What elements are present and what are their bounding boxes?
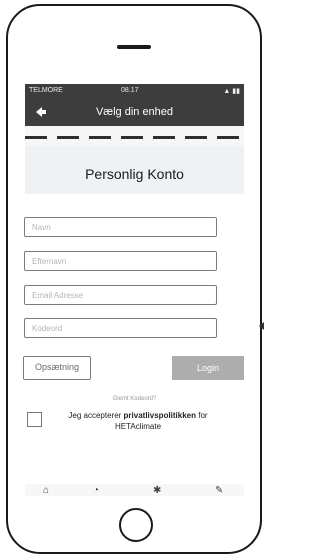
consent-checkbox[interactable] [27,412,42,427]
device-icon[interactable]: ◔ [93,485,99,496]
consent-prefix: Jeg accepterer [68,411,124,420]
edit-icon[interactable]: ✎ [215,485,223,496]
card-title: Personlig Konto [85,166,184,182]
email-field[interactable]: Email Adresse [24,285,217,305]
setup-button[interactable]: Opsætning [23,356,91,380]
login-button[interactable]: Login [172,356,244,380]
page-title: Vælg din enhed [95,106,174,118]
status-time: 08.17 [121,87,139,94]
tab-bar: ⌂ ◔ ✱ ✎ [25,484,244,496]
settings-icon[interactable]: ✱ [153,485,161,496]
speaker-grille [117,45,151,49]
status-bar: TELMORE 08.17 ▲ ▮▮ [25,84,244,98]
password-field[interactable]: Kodeord [24,318,217,338]
carrier-label: TELMORE [29,87,63,94]
dash [121,136,143,139]
card-header: Personlig Konto [25,146,244,194]
dash [185,136,207,139]
forgot-password-link[interactable]: Glemt Kodeord? [0,396,269,402]
home-icon[interactable]: ⌂ [43,485,49,496]
dash [217,136,239,139]
divider [25,136,244,140]
privacy-policy-link[interactable]: privatlivspolitikken [124,411,196,420]
home-button[interactable] [119,508,153,542]
dash [25,136,47,139]
dash [153,136,175,139]
consent-text: Jeg accepterer privatlivspolitikken for … [52,410,224,432]
app-header: TELMORE 08.17 ▲ ▮▮ Vælg din enhed [25,84,244,126]
battery-icon: ▲ ▮▮ [223,88,240,95]
side-arrow-icon [259,322,264,330]
dash [89,136,111,139]
name-field[interactable]: Navn [24,217,217,237]
dash [57,136,79,139]
lastname-field[interactable]: Efternavn [24,251,217,271]
